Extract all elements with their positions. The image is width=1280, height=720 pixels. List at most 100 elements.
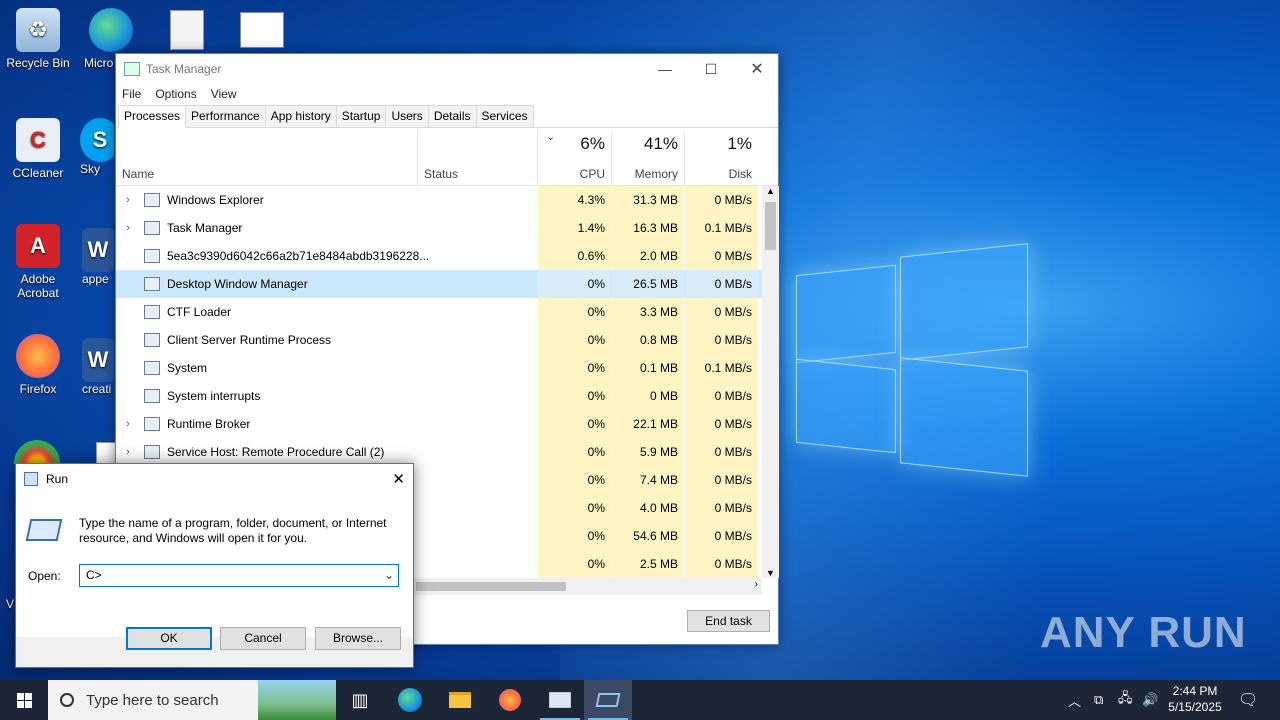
scroll-right-icon[interactable]: › — [755, 579, 758, 590]
disk-cell: 0 MB/s — [685, 270, 758, 298]
menu-options[interactable]: Options — [155, 87, 196, 101]
clock[interactable]: 2:44 PM 5/15/2025 — [1160, 683, 1230, 715]
open-combobox[interactable]: C> ⌄ — [79, 564, 399, 587]
table-row[interactable]: › Windows Explorer 4.3% 31.3 MB 0 MB/s — [116, 186, 762, 214]
minimize-button[interactable]: — — [642, 54, 688, 84]
tab-users[interactable]: Users — [385, 105, 429, 127]
table-row[interactable]: System interrupts 0% 0 MB 0 MB/s — [116, 382, 762, 410]
acrobat-icon: A — [16, 224, 60, 268]
scroll-down-icon[interactable]: ▼ — [766, 568, 775, 578]
chevron-down-icon[interactable]: ⌄ — [384, 565, 394, 586]
cpu-cell: 0% — [538, 270, 611, 298]
process-icon — [144, 445, 160, 459]
desktop-icon-ccleaner[interactable]: C CCleaner — [0, 118, 76, 180]
scrollbar-thumb[interactable] — [765, 202, 776, 250]
table-row[interactable]: Desktop Window Manager 0% 26.5 MB 0 MB/s — [116, 270, 762, 298]
desktop-icon-label: Sky — [80, 162, 101, 176]
disk-cell: 0 MB/s — [685, 466, 758, 494]
open-input-value[interactable]: C> — [86, 568, 102, 582]
browse-button[interactable]: Browse... — [315, 627, 401, 650]
desktop-icon-firefox[interactable]: Firefox — [0, 334, 76, 396]
desktop-icon-skype[interactable]: S Sky — [80, 118, 114, 176]
scroll-up-icon[interactable]: ▲ — [766, 186, 775, 196]
run-program-icon — [25, 519, 63, 541]
expand-chevron-icon[interactable]: › — [116, 194, 140, 206]
memory-cell: 16.3 MB — [612, 214, 684, 242]
table-row[interactable]: › Runtime Broker 0% 22.1 MB 0 MB/s — [116, 410, 762, 438]
process-icon — [144, 333, 160, 347]
desktop-icon-adobe-acrobat[interactable]: A Adobe Acrobat — [0, 224, 76, 300]
task-view-icon[interactable]: ▥ — [336, 680, 384, 720]
file-icon[interactable] — [96, 442, 116, 464]
tab-startup[interactable]: Startup — [335, 105, 387, 127]
tab-app-history[interactable]: App history — [264, 105, 337, 127]
desktop-icon-word-doc-1[interactable]: W appe — [82, 228, 116, 286]
cancel-button[interactable]: Cancel — [220, 627, 306, 650]
table-row[interactable]: › Service Host: Remote Procedure Call (2)… — [116, 438, 762, 466]
chrome-icon[interactable] — [14, 440, 60, 464]
device-icon[interactable]: ⧉ — [1094, 680, 1103, 720]
column-name[interactable]: Name — [122, 128, 412, 185]
word-icon: W — [82, 228, 114, 272]
expand-chevron-icon[interactable]: › — [116, 418, 140, 430]
process-name: Client Server Runtime Process — [167, 333, 332, 347]
cpu-cell: 0% — [538, 494, 611, 522]
expand-chevron-icon[interactable]: › — [116, 222, 140, 234]
scrollbar-thumb[interactable] — [416, 582, 566, 591]
menu-file[interactable]: File — [122, 87, 141, 101]
network-icon[interactable]: 🖧 — [1118, 680, 1133, 720]
tab-details[interactable]: Details — [427, 105, 477, 127]
table-row[interactable]: CTF Loader 0% 3.3 MB 0 MB/s — [116, 298, 762, 326]
firefox-taskbar-icon[interactable] — [486, 680, 534, 720]
table-row[interactable]: › Task Manager 1.4% 16.3 MB 0.1 MB/s — [116, 214, 762, 242]
notifications-icon[interactable]: 🗨 — [1238, 680, 1258, 720]
memory-cell: 0.1 MB — [612, 354, 684, 382]
run-taskbar-icon[interactable] — [584, 680, 632, 720]
close-button[interactable]: ✕ — [734, 54, 780, 84]
vertical-scrollbar[interactable]: ▲ ▼ — [762, 186, 779, 578]
task-manager-taskbar-icon[interactable] — [536, 680, 584, 720]
windows-logo-wallpaper — [796, 240, 1030, 480]
desktop-icon-word-doc-2[interactable]: W creati — [82, 338, 116, 396]
email-file-icon[interactable] — [240, 12, 284, 48]
end-task-button[interactable]: End task — [687, 610, 770, 632]
desktop-icon-recycle-bin[interactable]: ♻ Recycle Bin — [0, 8, 76, 70]
process-name: System interrupts — [167, 389, 261, 403]
skype-icon: S — [80, 118, 114, 162]
close-icon[interactable]: ✕ — [392, 470, 405, 488]
cpu-cell: 0% — [538, 466, 611, 494]
search-box[interactable]: Type here to search — [48, 680, 336, 720]
table-row[interactable]: 5ea3c9390d6042c66a2b71e8484abdb3196228..… — [116, 242, 762, 270]
run-dialog: Run ✕ Type the name of a program, folder… — [15, 463, 414, 668]
menu-view[interactable]: View — [211, 87, 237, 101]
run-title-bar[interactable]: Run ✕ — [16, 464, 413, 494]
firefox-icon — [16, 334, 60, 378]
tab-processes[interactable]: Processes — [118, 105, 187, 128]
cpu-cell: 0% — [538, 354, 611, 382]
file-explorer-icon[interactable] — [436, 680, 484, 720]
table-row[interactable]: System 0% 0.1 MB 0.1 MB/s — [116, 354, 762, 382]
column-status[interactable]: Status — [424, 128, 534, 185]
cpu-cell: 0% — [538, 326, 611, 354]
tab-performance[interactable]: Performance — [185, 105, 266, 127]
memory-cell: 31.3 MB — [612, 186, 684, 214]
volume-icon[interactable]: 🔊 — [1142, 680, 1158, 720]
ccleaner-icon: C — [16, 118, 60, 162]
show-hidden-icons-chevron-up-icon[interactable]: ︿ — [1068, 680, 1081, 720]
edge-taskbar-icon[interactable] — [386, 680, 434, 720]
tab-strip: Processes Performance App history Startu… — [116, 104, 778, 128]
start-button[interactable] — [0, 680, 48, 720]
run-title: Run — [46, 472, 69, 486]
maximize-button[interactable]: ☐ — [688, 54, 734, 84]
table-row[interactable]: Client Server Runtime Process 0% 0.8 MB 0 M… — [116, 326, 762, 354]
image-file-icon[interactable] — [170, 10, 204, 50]
column-memory[interactable]: 41% Memory — [612, 128, 684, 185]
process-name: Windows Explorer — [167, 193, 264, 207]
run-icon — [24, 472, 38, 486]
ok-button[interactable]: OK — [126, 627, 212, 650]
tab-services[interactable]: Services — [475, 105, 534, 127]
desktop-icon-label: V — [6, 597, 15, 611]
column-cpu[interactable]: ⌄ 6% CPU — [538, 128, 611, 185]
expand-chevron-icon[interactable]: › — [116, 446, 140, 458]
column-disk[interactable]: 1% Disk — [685, 128, 758, 185]
